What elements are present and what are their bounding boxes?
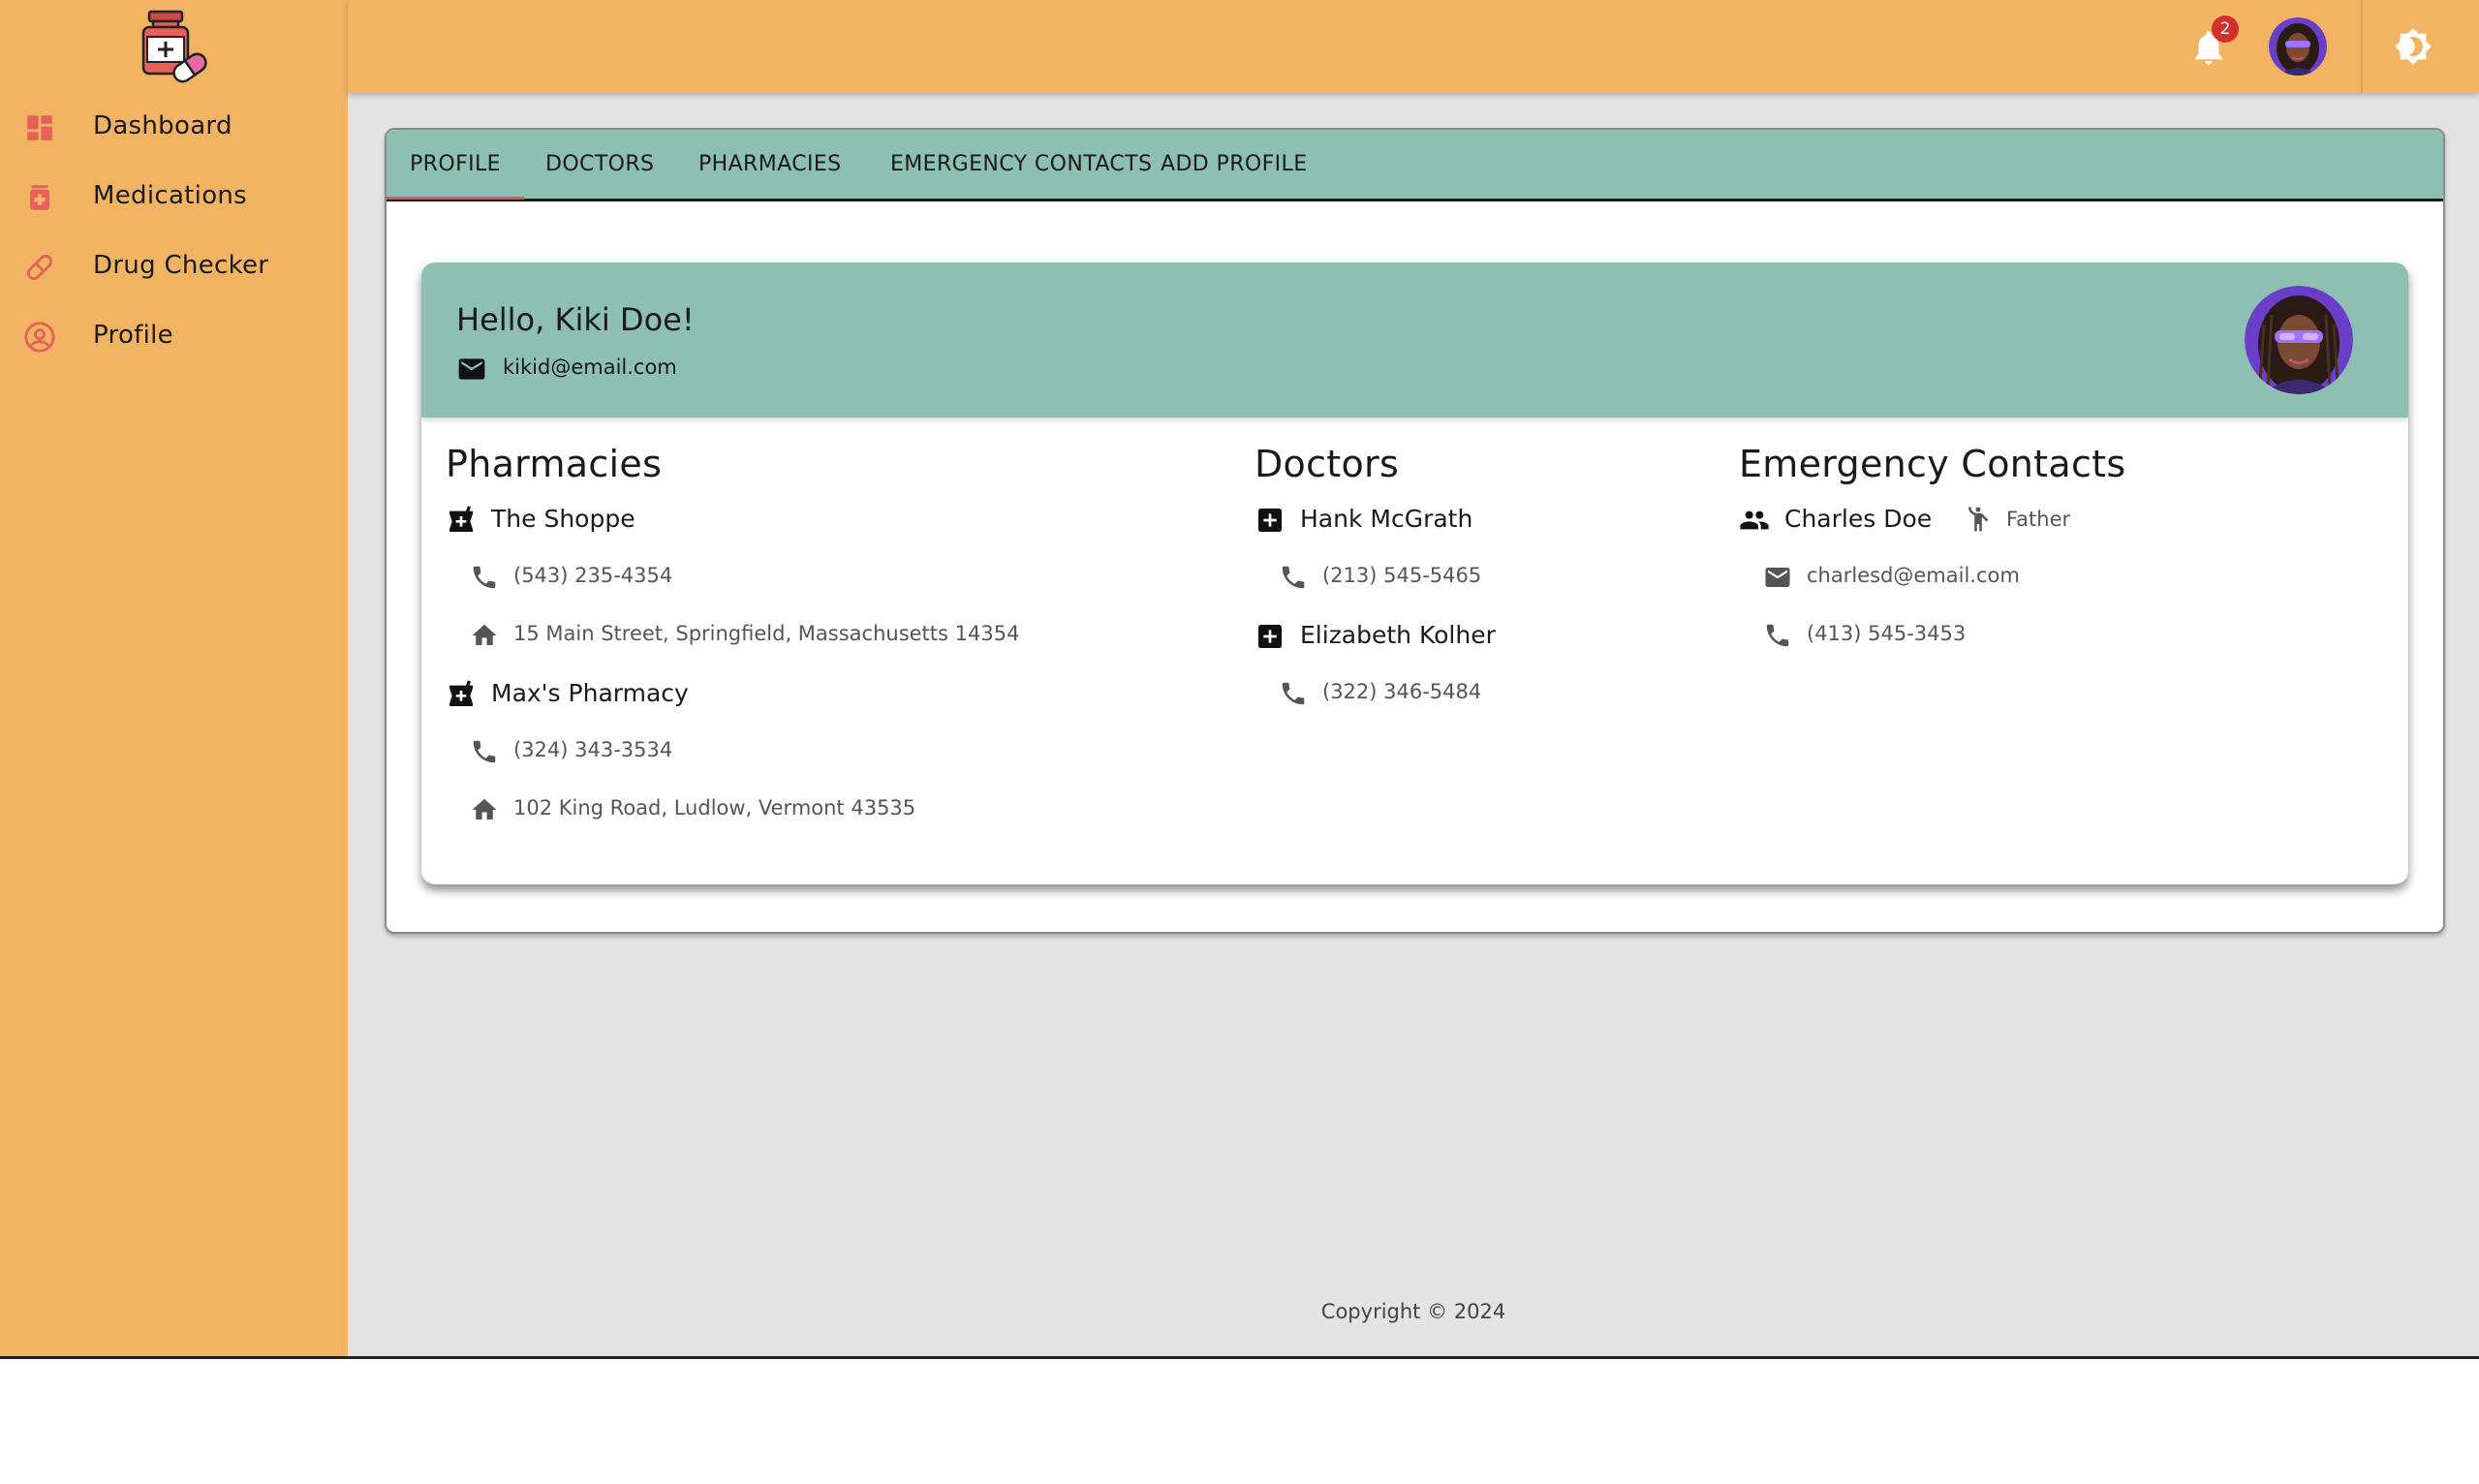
pharmacy-name: The Shoppe <box>491 505 635 533</box>
medicine-bottle-pill-icon[interactable] <box>136 8 209 83</box>
sidebar-item-label: Profile <box>93 321 173 350</box>
doctors-heading: Doctors <box>1255 443 1400 485</box>
profile-panel: PROFILE DOCTORS PHARMACIES EMERGENCY CON… <box>385 128 2445 934</box>
phone-icon <box>1282 682 1305 705</box>
pharmacy-phone: (324) 343-3534 <box>513 738 673 761</box>
sidebar-item-label: Drug Checker <box>93 251 269 280</box>
footer-copyright: Copyright © 2024 <box>1320 1300 1506 1323</box>
toolbar-divider <box>2361 0 2363 93</box>
profile-tabs: PROFILE DOCTORS PHARMACIES EMERGENCY CON… <box>387 130 2443 201</box>
dashboard-icon <box>27 115 52 140</box>
medical-cross-icon <box>1258 625 1282 648</box>
avatar[interactable] <box>2269 17 2327 76</box>
doctor-name: Elizabeth Kolher <box>1300 621 1496 649</box>
tab-profile[interactable]: PROFILE <box>410 130 501 200</box>
email-icon <box>1765 568 1790 587</box>
people-icon <box>1740 510 1769 530</box>
app: Dashboard Medications Drug Checker Profi… <box>0 0 2479 1358</box>
account-circle-icon <box>24 322 55 353</box>
tab-pharmacies[interactable]: PHARMACIES <box>698 130 842 200</box>
doctor-name: Hank McGrath <box>1300 505 1473 533</box>
medical-cross-icon <box>1258 509 1282 532</box>
pharmacy-address: 15 Main Street, Springfield, Massachuset… <box>513 622 1020 645</box>
profile-card: Hello, Kiki Doe! kikid@email.com Pharmac… <box>421 263 2408 884</box>
contact-email: charlesd@email.com <box>1807 564 2020 587</box>
profile-email: kikid@email.com <box>503 356 677 379</box>
medication-icon <box>30 185 49 210</box>
sidebar-item-dashboard[interactable]: Dashboard <box>0 98 348 156</box>
phone-icon <box>473 740 496 763</box>
home-icon <box>472 624 497 645</box>
brightness-icon[interactable] <box>2394 27 2433 66</box>
doctor-phone: (213) 545-5465 <box>1322 564 1482 587</box>
sidebar: Dashboard Medications Drug Checker Profi… <box>0 0 348 1358</box>
profile-card-header: Hello, Kiki Doe! kikid@email.com <box>421 263 2408 417</box>
sidebar-item-medications[interactable]: Medications <box>0 168 348 226</box>
doctor-phone: (322) 346-5484 <box>1322 680 1482 703</box>
sidebar-item-profile[interactable]: Profile <box>0 307 348 365</box>
pharmacy-name: Max's Pharmacy <box>491 679 689 707</box>
sidebar-item-label: Medications <box>93 181 248 210</box>
top-app-bar: 2 <box>348 0 2479 93</box>
contact-phone: (413) 545-3453 <box>1807 622 1967 645</box>
pharmacy-address: 102 King Road, Ludlow, Vermont 43535 <box>513 796 916 819</box>
local-pharmacy-icon <box>449 680 473 706</box>
emergency-contacts-heading: Emergency Contacts <box>1739 443 2126 485</box>
contact-name: Charles Doe <box>1784 505 1933 533</box>
pharmacies-heading: Pharmacies <box>446 443 663 485</box>
greeting-text: Hello, Kiki Doe! <box>456 301 695 338</box>
page-divider <box>0 1356 2479 1359</box>
home-icon <box>472 798 497 819</box>
phone-icon <box>1766 624 1789 647</box>
phone-icon <box>1282 566 1305 589</box>
phone-icon <box>473 566 496 589</box>
pharmacy-phone: (543) 235-4354 <box>513 564 673 587</box>
tab-doctors[interactable]: DOCTORS <box>545 130 654 200</box>
pill-icon <box>26 254 53 281</box>
profile-avatar <box>2245 286 2353 394</box>
notification-badge: 2 <box>2212 15 2239 43</box>
contact-relation: Father <box>2006 508 2071 531</box>
tab-emergency-contacts[interactable]: EMERGENCY CONTACTS <box>890 130 1152 200</box>
tab-add-profile[interactable]: ADD PROFILE <box>1161 130 1308 200</box>
person-icon <box>1968 507 1989 532</box>
sidebar-item-drug-checker[interactable]: Drug Checker <box>0 237 348 295</box>
sidebar-item-label: Dashboard <box>93 111 232 140</box>
main-content: 2 PROFILE DOCTORS PHARMACIES EMERGENCY C… <box>348 0 2479 1358</box>
email-icon <box>458 358 485 380</box>
local-pharmacy-icon <box>449 506 473 532</box>
active-tab-indicator <box>387 197 524 200</box>
